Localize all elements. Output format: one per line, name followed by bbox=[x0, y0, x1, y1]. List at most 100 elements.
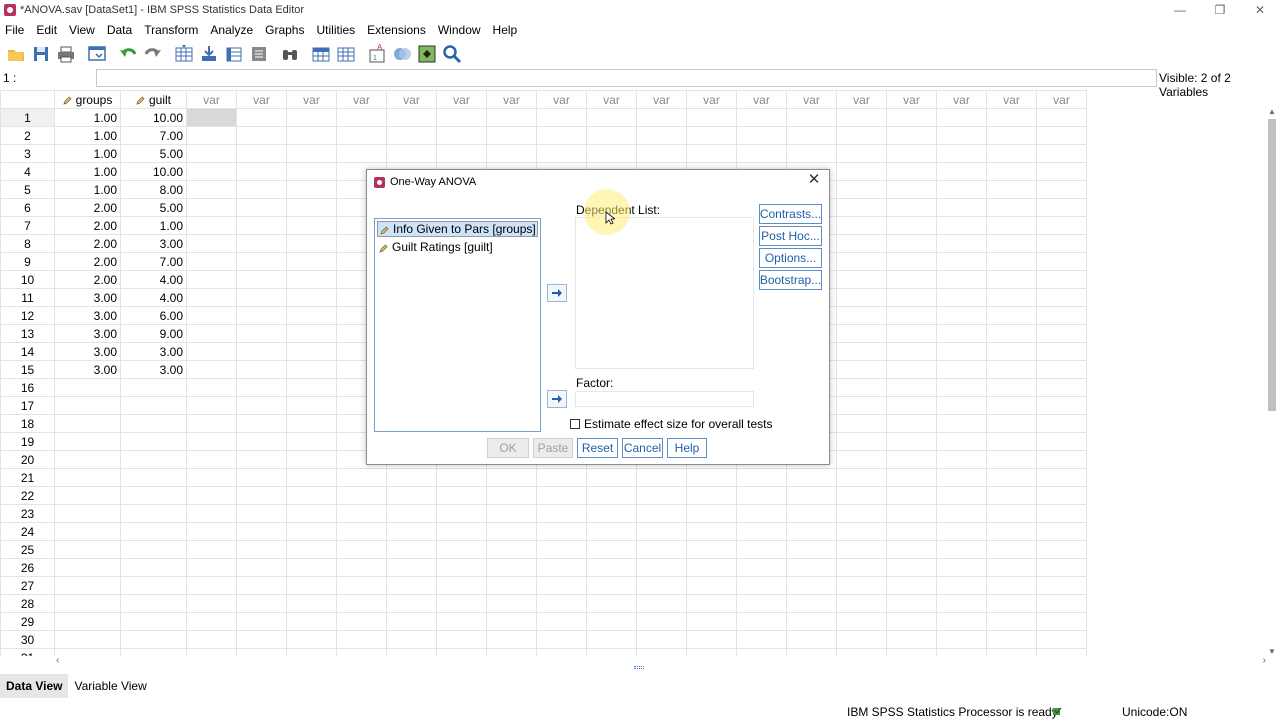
empty-cell[interactable] bbox=[286, 252, 337, 271]
empty-cell[interactable] bbox=[886, 108, 937, 127]
empty-cell[interactable] bbox=[586, 648, 637, 656]
empty-cell[interactable] bbox=[786, 630, 837, 649]
row-number[interactable]: 2 bbox=[0, 126, 55, 145]
empty-cell[interactable] bbox=[536, 612, 587, 631]
empty-cell[interactable] bbox=[886, 648, 937, 656]
empty-cell[interactable] bbox=[886, 288, 937, 307]
empty-cell[interactable] bbox=[536, 126, 587, 145]
empty-cell[interactable] bbox=[686, 486, 737, 505]
empty-cell[interactable] bbox=[836, 108, 887, 127]
empty-cell[interactable] bbox=[886, 252, 937, 271]
empty-cell[interactable] bbox=[1036, 288, 1087, 307]
row-number[interactable]: 5 bbox=[0, 180, 55, 199]
empty-cell[interactable] bbox=[886, 216, 937, 235]
empty-cell[interactable] bbox=[1036, 126, 1087, 145]
empty-cell[interactable] bbox=[236, 396, 287, 415]
row-number[interactable]: 23 bbox=[0, 504, 55, 523]
empty-cell[interactable] bbox=[886, 162, 937, 181]
empty-cell[interactable] bbox=[936, 360, 987, 379]
empty-cell[interactable] bbox=[286, 558, 337, 577]
cell-groups[interactable]: 3.00 bbox=[54, 306, 121, 325]
empty-cell[interactable] bbox=[1036, 396, 1087, 415]
menu-utilities[interactable]: Utilities bbox=[311, 23, 360, 37]
empty-cell[interactable] bbox=[636, 630, 687, 649]
empty-cell[interactable] bbox=[886, 198, 937, 217]
empty-cell[interactable] bbox=[1036, 450, 1087, 469]
empty-cell[interactable] bbox=[1036, 594, 1087, 613]
empty-cell[interactable] bbox=[236, 270, 287, 289]
empty-cell[interactable] bbox=[236, 486, 287, 505]
cell-guilt[interactable] bbox=[120, 540, 187, 559]
empty-column-header[interactable]: var bbox=[836, 90, 887, 109]
dialog-close-icon[interactable]: ✕ bbox=[807, 172, 821, 187]
empty-cell[interactable] bbox=[836, 432, 887, 451]
empty-cell[interactable] bbox=[936, 252, 987, 271]
empty-cell[interactable] bbox=[936, 432, 987, 451]
cell-guilt[interactable] bbox=[120, 576, 187, 595]
empty-cell[interactable] bbox=[986, 414, 1037, 433]
empty-cell[interactable] bbox=[836, 180, 887, 199]
empty-cell[interactable] bbox=[986, 234, 1037, 253]
goto-variable-icon[interactable] bbox=[198, 43, 220, 65]
empty-cell[interactable] bbox=[886, 450, 937, 469]
row-number[interactable]: 14 bbox=[0, 342, 55, 361]
empty-column-header[interactable]: var bbox=[736, 90, 787, 109]
cell-groups[interactable]: 2.00 bbox=[54, 198, 121, 217]
empty-cell[interactable] bbox=[236, 108, 287, 127]
empty-cell[interactable] bbox=[186, 162, 237, 181]
empty-cell[interactable] bbox=[286, 324, 337, 343]
empty-cell[interactable] bbox=[436, 108, 487, 127]
empty-cell[interactable] bbox=[886, 144, 937, 163]
menu-extensions[interactable]: Extensions bbox=[362, 23, 431, 37]
cell-groups[interactable] bbox=[54, 450, 121, 469]
cell-groups[interactable] bbox=[54, 468, 121, 487]
cell-groups[interactable] bbox=[54, 594, 121, 613]
empty-cell[interactable] bbox=[486, 594, 537, 613]
empty-cell[interactable] bbox=[986, 306, 1037, 325]
save-icon[interactable] bbox=[30, 43, 52, 65]
row-number[interactable]: 18 bbox=[0, 414, 55, 433]
empty-cell[interactable] bbox=[786, 594, 837, 613]
empty-cell[interactable] bbox=[536, 540, 587, 559]
empty-cell[interactable] bbox=[886, 180, 937, 199]
row-number[interactable]: 25 bbox=[0, 540, 55, 559]
empty-cell[interactable] bbox=[836, 522, 887, 541]
empty-cell[interactable] bbox=[186, 234, 237, 253]
empty-cell[interactable] bbox=[236, 594, 287, 613]
empty-cell[interactable] bbox=[186, 558, 237, 577]
empty-column-header[interactable]: var bbox=[1036, 90, 1087, 109]
empty-cell[interactable] bbox=[286, 468, 337, 487]
cell-guilt[interactable] bbox=[120, 378, 187, 397]
empty-cell[interactable] bbox=[836, 342, 887, 361]
empty-cell[interactable] bbox=[486, 558, 537, 577]
empty-cell[interactable] bbox=[986, 648, 1037, 656]
search-icon[interactable] bbox=[441, 43, 463, 65]
empty-cell[interactable] bbox=[686, 612, 737, 631]
menu-window[interactable]: Window bbox=[433, 23, 486, 37]
empty-cell[interactable] bbox=[836, 630, 887, 649]
empty-cell[interactable] bbox=[636, 126, 687, 145]
empty-cell[interactable] bbox=[186, 486, 237, 505]
empty-cell[interactable] bbox=[936, 162, 987, 181]
dialog-recall-icon[interactable] bbox=[86, 43, 108, 65]
empty-cell[interactable] bbox=[286, 216, 337, 235]
empty-cell[interactable] bbox=[236, 288, 287, 307]
empty-cell[interactable] bbox=[486, 540, 537, 559]
empty-cell[interactable] bbox=[686, 504, 737, 523]
empty-cell[interactable] bbox=[686, 630, 737, 649]
cell-guilt[interactable] bbox=[120, 486, 187, 505]
empty-column-header[interactable]: var bbox=[686, 90, 737, 109]
empty-cell[interactable] bbox=[936, 342, 987, 361]
cell-groups[interactable] bbox=[54, 396, 121, 415]
empty-cell[interactable] bbox=[386, 594, 437, 613]
goto-case-icon[interactable] bbox=[173, 43, 195, 65]
empty-cell[interactable] bbox=[736, 504, 787, 523]
empty-cell[interactable] bbox=[736, 108, 787, 127]
empty-column-header[interactable]: var bbox=[386, 90, 437, 109]
menu-edit[interactable]: Edit bbox=[31, 23, 62, 37]
empty-cell[interactable] bbox=[1036, 612, 1087, 631]
empty-cell[interactable] bbox=[436, 540, 487, 559]
empty-cell[interactable] bbox=[686, 558, 737, 577]
empty-cell[interactable] bbox=[836, 414, 887, 433]
cell-groups[interactable]: 3.00 bbox=[54, 288, 121, 307]
